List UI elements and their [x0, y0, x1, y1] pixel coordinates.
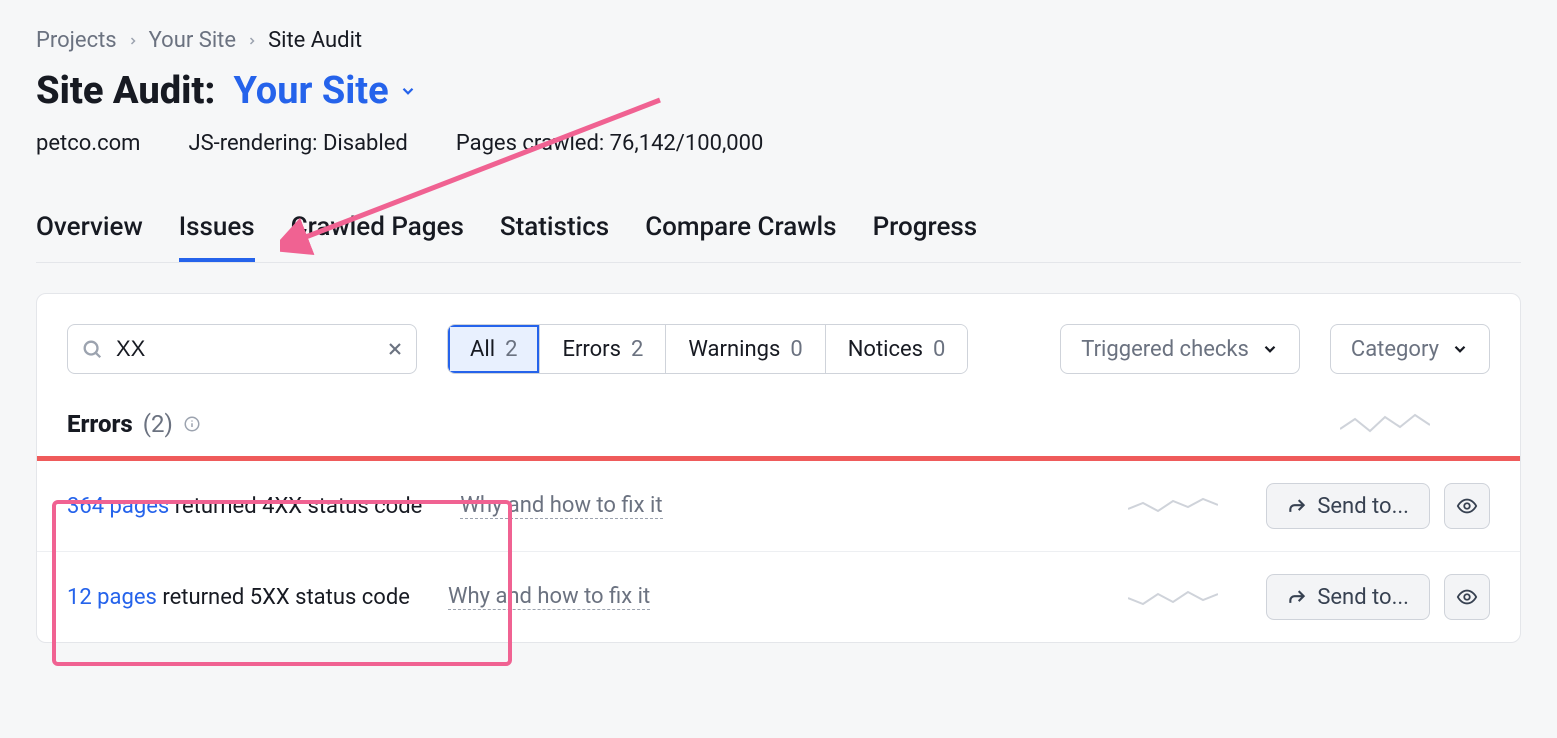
share-arrow-icon — [1287, 587, 1307, 607]
chevron-right-icon — [127, 35, 139, 47]
sparkline — [1128, 493, 1218, 519]
triggered-checks-dropdown[interactable]: Triggered checks — [1060, 324, 1300, 374]
issues-panel: All 2 Errors 2 Warnings 0 Notices 0 — [36, 293, 1521, 643]
eye-icon — [1456, 586, 1478, 608]
sparkline — [1340, 411, 1430, 437]
tab-crawled-pages[interactable]: Crawled Pages — [291, 212, 464, 262]
issue-description: returned 4XX status code — [169, 494, 422, 519]
issue-text: 364 pages returned 4XX status code — [67, 494, 422, 519]
dropdown-label: Category — [1351, 337, 1439, 362]
clear-icon[interactable] — [385, 339, 405, 359]
errors-label: Errors — [67, 410, 133, 438]
filter-label: All — [470, 337, 495, 362]
tab-statistics[interactable]: Statistics — [500, 212, 609, 262]
page-title-row: Site Audit: Your Site — [36, 69, 1521, 113]
meta-row: petco.com JS-rendering: Disabled Pages c… — [36, 131, 1521, 156]
errors-count: (2) — [143, 410, 173, 438]
tabs: Overview Issues Crawled Pages Statistics… — [36, 212, 1521, 263]
send-to-label: Send to... — [1317, 494, 1409, 519]
tab-issues[interactable]: Issues — [179, 212, 255, 262]
chevron-right-icon — [246, 35, 258, 47]
send-to-button[interactable]: Send to... — [1266, 483, 1430, 529]
search-wrap — [67, 324, 417, 374]
meta-domain: petco.com — [36, 131, 140, 156]
send-to-button[interactable]: Send to... — [1266, 574, 1430, 620]
search-icon — [81, 338, 103, 360]
sparkline — [1128, 584, 1218, 610]
filter-count: 0 — [790, 337, 802, 362]
tab-overview[interactable]: Overview — [36, 212, 143, 262]
why-and-how-link[interactable]: Why and how to fix it — [460, 493, 662, 519]
site-selector-label: Your Site — [233, 69, 388, 113]
site-selector[interactable]: Your Site — [233, 69, 416, 113]
issue-page-count-link[interactable]: 364 pages — [67, 494, 169, 519]
why-and-how-link[interactable]: Why and how to fix it — [448, 584, 650, 610]
tab-progress[interactable]: Progress — [873, 212, 978, 262]
hide-issue-button[interactable] — [1444, 483, 1490, 529]
search-input[interactable] — [67, 324, 417, 374]
errors-section-header: Errors (2) — [37, 394, 1520, 456]
filter-label: Warnings — [688, 337, 780, 362]
filter-all[interactable]: All 2 — [448, 325, 540, 373]
chevron-down-icon — [399, 82, 417, 100]
send-to-label: Send to... — [1317, 585, 1409, 610]
issue-text: 12 pages returned 5XX status code — [67, 585, 410, 610]
hide-issue-button[interactable] — [1444, 574, 1490, 620]
breadcrumb-item-current: Site Audit — [268, 28, 362, 53]
issue-description: returned 5XX status code — [157, 585, 410, 610]
meta-js-rendering: JS-rendering: Disabled — [188, 131, 407, 156]
issue-row: 364 pages returned 4XX status code Why a… — [37, 461, 1520, 552]
issue-row: 12 pages returned 5XX status code Why an… — [37, 552, 1520, 642]
filter-segment: All 2 Errors 2 Warnings 0 Notices 0 — [447, 324, 968, 374]
chevron-down-icon — [1451, 340, 1469, 358]
tab-compare-crawls[interactable]: Compare Crawls — [645, 212, 836, 262]
issue-page-count-link[interactable]: 12 pages — [67, 585, 157, 610]
category-dropdown[interactable]: Category — [1330, 324, 1490, 374]
page-title: Site Audit: — [36, 69, 215, 113]
filter-label: Errors — [562, 337, 621, 362]
filter-label: Notices — [848, 337, 923, 362]
filter-notices[interactable]: Notices 0 — [826, 325, 968, 373]
share-arrow-icon — [1287, 496, 1307, 516]
breadcrumb-item[interactable]: Projects — [36, 28, 117, 53]
filter-count: 2 — [505, 337, 517, 362]
info-icon[interactable] — [183, 415, 201, 433]
filter-count: 0 — [933, 337, 945, 362]
filter-count: 2 — [631, 337, 643, 362]
dropdown-label: Triggered checks — [1081, 337, 1249, 362]
breadcrumb: Projects Your Site Site Audit — [36, 28, 1521, 53]
meta-pages-crawled: Pages crawled: 76,142/100,000 — [456, 131, 764, 156]
chevron-down-icon — [1261, 340, 1279, 358]
eye-icon — [1456, 495, 1478, 517]
breadcrumb-item[interactable]: Your Site — [149, 28, 236, 53]
filter-warnings[interactable]: Warnings 0 — [666, 325, 825, 373]
filter-errors[interactable]: Errors 2 — [540, 325, 666, 373]
